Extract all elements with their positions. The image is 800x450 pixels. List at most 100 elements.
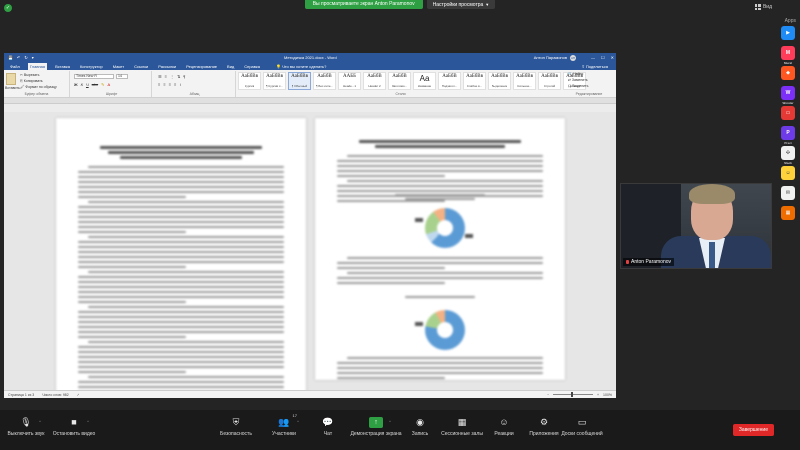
blurred-text-line xyxy=(337,170,543,172)
style-item[interactable]: АаБбВ Header 2 xyxy=(363,72,386,90)
justify-icon[interactable]: ≡ xyxy=(174,82,176,87)
style-item[interactable]: Аа Название xyxy=(413,72,436,90)
sort-icon[interactable]: ⇅ xyxy=(177,74,180,79)
app-red-rect[interactable]: ▭ xyxy=(781,106,795,120)
proofing-icon[interactable]: ✓ xyxy=(77,393,80,397)
style-item[interactable]: АаБбВв ¶ Обычный xyxy=(288,72,311,90)
strikethrough-icon[interactable]: abc xyxy=(92,82,98,87)
customize-icon[interactable]: ▾ xyxy=(32,55,34,60)
bold-icon[interactable]: Ж xyxy=(74,82,78,87)
zoom-control[interactable]: − + 100% xyxy=(547,392,612,397)
numbering-icon[interactable]: ≡ xyxy=(165,74,167,79)
tab-6[interactable]: Рассылки xyxy=(156,63,178,70)
blurred-text-line xyxy=(78,321,284,323)
participant-video-tile[interactable]: Anton Paramonov xyxy=(620,183,772,269)
security-button[interactable]: ⛨ Безопасность xyxy=(212,416,260,438)
app-gmail[interactable]: ✉ xyxy=(781,186,795,200)
tab-3[interactable]: Конструктор xyxy=(78,63,105,70)
pilcrow-icon[interactable]: ¶ xyxy=(183,74,185,79)
maximize-icon[interactable]: ☐ xyxy=(601,55,605,60)
blurred-text-line xyxy=(88,341,284,343)
style-item[interactable]: АаБбВ Подзагол... xyxy=(438,72,461,90)
tab-2[interactable]: Вставка xyxy=(53,63,72,70)
style-item[interactable]: ААББ Heade...1 xyxy=(338,72,361,90)
replace-label: Заменить xyxy=(571,78,588,82)
tab-0[interactable]: Файл xyxy=(8,63,22,70)
style-item[interactable]: АаБбВв Сильное... xyxy=(513,72,536,90)
end-meeting-button[interactable]: Завершение xyxy=(732,424,774,436)
view-options-button[interactable]: Настройки просмотра ▼ xyxy=(426,0,496,9)
stop-video-button[interactable]: ■ ^ Остановить видео xyxy=(50,416,98,437)
tab-5[interactable]: Ссылки xyxy=(132,63,150,70)
copy-button[interactable]: ⎘ Копировать xyxy=(20,79,57,83)
style-item[interactable]: АаБбВв Слабое в... xyxy=(463,72,486,90)
record-button[interactable]: ◉ Запись xyxy=(396,416,444,438)
app-label: Slack xyxy=(784,161,792,165)
quick-access-toolbar: 💾 ↶ ↻ ▾ xyxy=(8,55,34,60)
close-icon[interactable]: ✕ xyxy=(611,55,614,60)
minimize-icon[interactable]: — xyxy=(591,55,595,60)
tell-me-search[interactable]: 💡 Что вы хотите сделать? xyxy=(276,64,326,69)
font-color-icon[interactable]: A xyxy=(107,82,110,87)
style-item[interactable]: АаБбВ Заголово... xyxy=(388,72,411,90)
caret-up-icon[interactable]: ^ xyxy=(389,419,391,424)
font-family-select[interactable]: Times New R xyxy=(74,74,114,79)
caret-up-icon[interactable]: ^ xyxy=(39,419,41,424)
app-prezi[interactable]: P Prezi xyxy=(781,126,795,145)
italic-icon[interactable]: К xyxy=(81,82,83,87)
blurred-text-line xyxy=(337,190,543,192)
format-painter-button[interactable]: 🖌 Формат по образцу xyxy=(20,85,57,89)
app-slack[interactable]: ✣ Slack xyxy=(781,146,795,165)
caret-up-icon[interactable]: ^ xyxy=(87,419,89,424)
whiteboard-button[interactable]: ▭ Доски сообщений xyxy=(558,416,606,438)
app-orange[interactable]: ◆ xyxy=(781,66,795,80)
style-item[interactable]: АаБбВв Строгий xyxy=(538,72,561,90)
style-item[interactable]: АаБбВв Выделение xyxy=(488,72,511,90)
line-spacing-icon[interactable]: ↕ xyxy=(179,82,181,87)
align-center-icon[interactable]: ≡ xyxy=(163,82,165,87)
app-blue-arrow[interactable]: ▶ xyxy=(781,26,795,40)
app-mural[interactable]: M Mural xyxy=(781,46,795,65)
underline-icon[interactable]: Ч xyxy=(86,82,89,87)
align-left-icon[interactable]: ≡ xyxy=(158,82,160,87)
select-button[interactable]: ⬚ Выделить xyxy=(568,84,588,88)
word-share-button[interactable]: ⇪ Поделиться xyxy=(581,64,608,69)
app-wonder[interactable]: W Wonder xyxy=(781,86,795,105)
tab-8[interactable]: Вид xyxy=(225,63,236,70)
account-area[interactable]: Антон Парамонов АП xyxy=(534,54,576,61)
document-canvas[interactable] xyxy=(4,112,616,390)
tab-1[interactable]: Главная xyxy=(27,62,48,70)
app-office[interactable]: ▦ xyxy=(781,206,795,220)
undo-icon[interactable]: ↶ xyxy=(17,55,20,60)
font-size-select[interactable]: 14 xyxy=(116,74,128,79)
cut-button[interactable]: ✂ Вырезать xyxy=(20,73,57,77)
tab-4[interactable]: Макет xyxy=(111,63,126,70)
tab-7[interactable]: Рецензирование xyxy=(184,63,219,70)
zoom-slider-thumb[interactable] xyxy=(571,392,573,397)
redo-icon[interactable]: ↻ xyxy=(24,55,27,60)
participants-button[interactable]: 👥 17 ^ Участники xyxy=(260,413,308,437)
view-toggle[interactable]: Вид xyxy=(754,4,772,10)
share-screen-button[interactable]: ↑ ^ Демонстрация экрана xyxy=(350,416,402,437)
multilevel-icon[interactable]: ⋮ xyxy=(170,74,174,79)
zoom-in-icon[interactable]: + xyxy=(597,393,599,397)
replace-button[interactable]: ⇄ Заменить xyxy=(568,78,588,82)
style-item[interactable]: АаБбВв ¶ Курсив с... xyxy=(263,72,286,90)
zoom-out-icon[interactable]: − xyxy=(547,393,549,397)
tab-9[interactable]: Справка xyxy=(242,63,262,70)
paste-icon[interactable] xyxy=(6,73,16,85)
blurred-text-line xyxy=(347,257,543,259)
save-icon[interactable]: 💾 xyxy=(8,55,13,60)
zoom-slider[interactable] xyxy=(553,392,593,397)
bullets-icon[interactable]: ☰ xyxy=(158,74,162,79)
highlight-icon[interactable]: ✎ xyxy=(101,82,104,87)
find-button[interactable]: 🔍 Найти xyxy=(568,72,588,76)
chat-button[interactable]: 💬 Чат xyxy=(304,416,352,438)
app-yellow[interactable]: ☺ xyxy=(781,166,795,180)
align-right-icon[interactable]: ≡ xyxy=(169,82,171,87)
breakout-rooms-button[interactable]: ▦ Сессионные залы xyxy=(438,416,486,438)
style-item[interactable]: АаБбВ ¶ Без инте... xyxy=(313,72,336,90)
caret-up-icon[interactable]: ^ xyxy=(297,419,299,424)
mute-button[interactable]: 🎙 ^ Выключить звук xyxy=(2,416,50,438)
style-item[interactable]: АаБбВв Курсив xyxy=(238,72,261,90)
